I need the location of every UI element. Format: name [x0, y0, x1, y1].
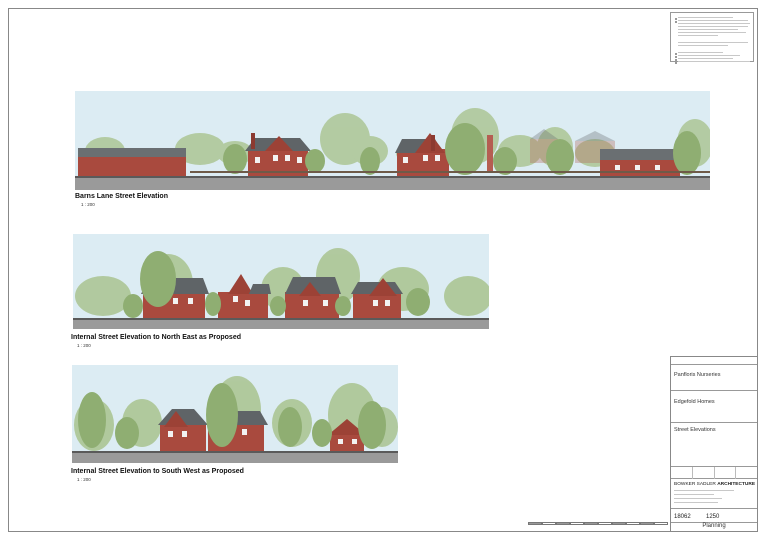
drawing-title: Street Elevations [674, 427, 716, 433]
project-number: 18062 [674, 514, 691, 520]
north-east-scale: 1 : 200 [77, 343, 91, 348]
drawing-status: Planning [702, 523, 726, 529]
barns-lane-elevation-image [75, 91, 710, 190]
drawing-number: 1250 [706, 514, 720, 520]
project-cell: Panfloris Nurseries [671, 365, 757, 391]
client-cell: Edgefold Homes [671, 391, 757, 423]
north-east-caption: Internal Street Elevation to North East … [71, 334, 241, 341]
drawing-info-grid [671, 467, 757, 479]
drawing-sheet: Barns Lane Street Elevation 1 : 200 Inte… [0, 0, 768, 542]
south-west-scale: 1 : 200 [77, 477, 91, 482]
firm-name: BOWKER SADLER ARCHITECTURE [674, 482, 756, 487]
drawing-title-cell: Street Elevations [671, 423, 757, 467]
south-west-caption: Internal Street Elevation to South West … [71, 468, 244, 475]
title-block: Panfloris Nurseries Edgefold Homes Stree… [670, 356, 758, 532]
number-cell: 18062 1250 [671, 509, 757, 523]
project-name: Panfloris Nurseries [674, 372, 721, 378]
revision-row [671, 357, 757, 365]
barns-lane-scale: 1 : 200 [81, 202, 95, 207]
barns-lane-caption: Barns Lane Street Elevation [75, 193, 168, 200]
south-west-elevation-image [72, 365, 398, 463]
firm-cell: BOWKER SADLER ARCHITECTURE [671, 479, 757, 509]
notes-box [670, 12, 754, 64]
client-name: Edgefold Homes [674, 399, 715, 405]
north-east-elevation-image [73, 234, 489, 329]
scale-bar [528, 522, 668, 530]
